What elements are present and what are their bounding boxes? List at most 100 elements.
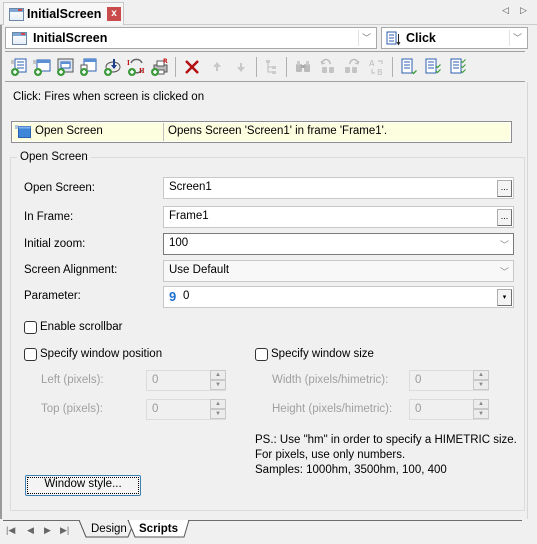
svg-text:II: II bbox=[139, 68, 145, 75]
open-screen-field[interactable]: Screen1 ... bbox=[163, 177, 514, 199]
height-spinner[interactable]: 0 ▲ ▼ bbox=[409, 399, 489, 420]
initial-zoom-value: 100 bbox=[169, 237, 189, 249]
enable-scrollbar-label[interactable]: Enable scrollbar bbox=[40, 321, 122, 333]
parameter-field[interactable]: 9 0 ▾ bbox=[163, 286, 514, 308]
top-pixels-label: Top (pixels): bbox=[41, 403, 103, 415]
specify-window-size-checkbox[interactable] bbox=[255, 348, 268, 361]
open-screen-icon bbox=[15, 125, 31, 138]
note-line: Samples: 1000hm, 3500hm, 100, 400 bbox=[255, 464, 447, 476]
in-frame-value: Frame1 bbox=[169, 210, 209, 222]
verify-script-icon[interactable] bbox=[399, 57, 419, 77]
window-left-border bbox=[0, 25, 2, 540]
object-selector[interactable]: InitialScreen ﹀ bbox=[5, 27, 377, 49]
specify-window-position-checkbox[interactable] bbox=[24, 348, 37, 361]
action-name: Open Screen bbox=[35, 125, 103, 137]
add-download-icon[interactable] bbox=[102, 57, 122, 77]
in-frame-label: In Frame: bbox=[24, 211, 74, 223]
add-close-screen-icon[interactable] bbox=[78, 57, 98, 77]
width-label: Width (pixels/himetric): bbox=[272, 374, 389, 386]
focus-rect bbox=[27, 477, 139, 494]
in-frame-field[interactable]: Frame1 ... bbox=[163, 206, 514, 228]
specify-window-position-label[interactable]: Specify window position bbox=[40, 348, 162, 360]
height-value: 0 bbox=[415, 403, 422, 415]
screen-alignment-select[interactable]: Use Default ﹀ bbox=[163, 260, 514, 282]
move-up-icon bbox=[213, 62, 221, 71]
browse-screen-button[interactable]: ... bbox=[497, 180, 512, 197]
toolbar-separator bbox=[286, 57, 287, 77]
move-down-icon bbox=[237, 63, 245, 72]
last-tab-icon[interactable]: ▶| bbox=[60, 525, 69, 536]
parameter-label: Parameter: bbox=[24, 290, 81, 302]
enable-scrollbar-checkbox[interactable] bbox=[24, 321, 37, 334]
delete-icon[interactable] bbox=[182, 57, 202, 77]
chevron-down-icon[interactable]: ﹀ bbox=[509, 30, 525, 46]
spin-up-icon[interactable]: ▲ bbox=[210, 370, 226, 380]
tab-design-label: Design bbox=[91, 523, 127, 535]
document-tab-initialscreen[interactable]: InitialScreen x bbox=[3, 2, 124, 25]
replace-icon: A B bbox=[369, 59, 383, 77]
add-open-screen-icon[interactable] bbox=[32, 57, 52, 77]
divider bbox=[5, 81, 525, 82]
svg-text:B: B bbox=[377, 68, 383, 77]
spin-down-icon[interactable]: ▼ bbox=[473, 380, 489, 390]
add-script-icon[interactable] bbox=[9, 57, 29, 77]
chevron-down-icon[interactable]: ﹀ bbox=[358, 30, 374, 46]
tab-scroll-right-icon[interactable]: ▷ bbox=[520, 5, 527, 16]
script-toolbar: I II R A B bbox=[5, 55, 525, 80]
parameter-value: 0 bbox=[183, 290, 190, 302]
left-pixels-label: Left (pixels): bbox=[41, 374, 104, 386]
document-tab-title: InitialScreen bbox=[27, 7, 102, 21]
divider bbox=[5, 51, 525, 52]
svg-text:I: I bbox=[127, 60, 130, 67]
note-line: For pixels, use only numbers. bbox=[255, 449, 406, 461]
svg-text:R: R bbox=[163, 58, 168, 65]
group-title: Open Screen bbox=[17, 151, 91, 163]
find-binoculars-icon bbox=[296, 61, 310, 72]
initial-zoom-select[interactable]: 100 ﹀ bbox=[163, 233, 514, 255]
screen-icon bbox=[9, 8, 24, 21]
action-row[interactable]: Open Screen Opens Screen 'Screen1' in fr… bbox=[13, 123, 510, 141]
add-frame-icon[interactable] bbox=[55, 57, 75, 77]
add-print-icon[interactable]: R bbox=[149, 57, 169, 77]
tab-scripts[interactable]: Scripts bbox=[128, 521, 185, 538]
tab-design[interactable]: Design bbox=[80, 521, 132, 538]
chevron-down-icon[interactable]: ﹀ bbox=[500, 238, 509, 251]
parameter-dropdown-button[interactable]: ▾ bbox=[497, 289, 512, 306]
close-tab-button[interactable]: x bbox=[107, 7, 121, 21]
spin-up-icon[interactable]: ▲ bbox=[473, 399, 489, 409]
previous-tab-icon[interactable]: ◀ bbox=[27, 525, 34, 536]
open-screen-label: Open Screen: bbox=[24, 182, 95, 194]
spin-down-icon[interactable]: ▼ bbox=[473, 409, 489, 419]
screen-alignment-value: Use Default bbox=[169, 264, 230, 276]
top-pixels-spinner[interactable]: 0 ▲ ▼ bbox=[146, 399, 226, 420]
browse-frame-button[interactable]: ... bbox=[497, 209, 512, 226]
left-pixels-spinner[interactable]: 0 ▲ ▼ bbox=[146, 370, 226, 391]
svg-text:A: A bbox=[369, 59, 375, 68]
action-list[interactable]: Open Screen Opens Screen 'Screen1' in fr… bbox=[11, 121, 512, 143]
window-style-button[interactable]: Window style... bbox=[25, 475, 141, 496]
width-spinner[interactable]: 0 ▲ ▼ bbox=[409, 370, 489, 391]
chevron-down-icon[interactable]: ﹀ bbox=[500, 265, 509, 278]
next-tab-icon[interactable]: ▶ bbox=[44, 525, 51, 536]
spin-down-icon[interactable]: ▼ bbox=[210, 409, 226, 419]
object-selector-value: InitialScreen bbox=[33, 31, 108, 45]
action-description: Opens Screen 'Screen1' in frame 'Frame1'… bbox=[168, 125, 388, 137]
verify-all-icon[interactable] bbox=[448, 57, 468, 77]
tab-scripts-label: Scripts bbox=[139, 523, 178, 535]
width-value: 0 bbox=[415, 374, 422, 386]
himetric-note: PS.: Use "hm" in order to specify a HIME… bbox=[255, 433, 517, 478]
event-selector[interactable]: Click ﹀ bbox=[381, 27, 528, 49]
verify-selected-icon[interactable] bbox=[423, 57, 443, 77]
spin-up-icon[interactable]: ▲ bbox=[210, 399, 226, 409]
left-pixels-value: 0 bbox=[152, 374, 159, 386]
event-list-icon bbox=[386, 31, 401, 46]
tab-scroll-left-icon[interactable]: ◁ bbox=[502, 5, 509, 16]
specify-window-size-label[interactable]: Specify window size bbox=[271, 348, 374, 360]
screen-alignment-label: Screen Alignment: bbox=[24, 264, 118, 276]
spin-down-icon[interactable]: ▼ bbox=[210, 380, 226, 390]
event-selector-value: Click bbox=[406, 31, 436, 45]
add-toggle-value-icon[interactable]: I II bbox=[126, 57, 146, 77]
toolbar-separator bbox=[392, 57, 393, 77]
spin-up-icon[interactable]: ▲ bbox=[473, 370, 489, 380]
first-tab-icon[interactable]: |◀ bbox=[6, 525, 15, 536]
